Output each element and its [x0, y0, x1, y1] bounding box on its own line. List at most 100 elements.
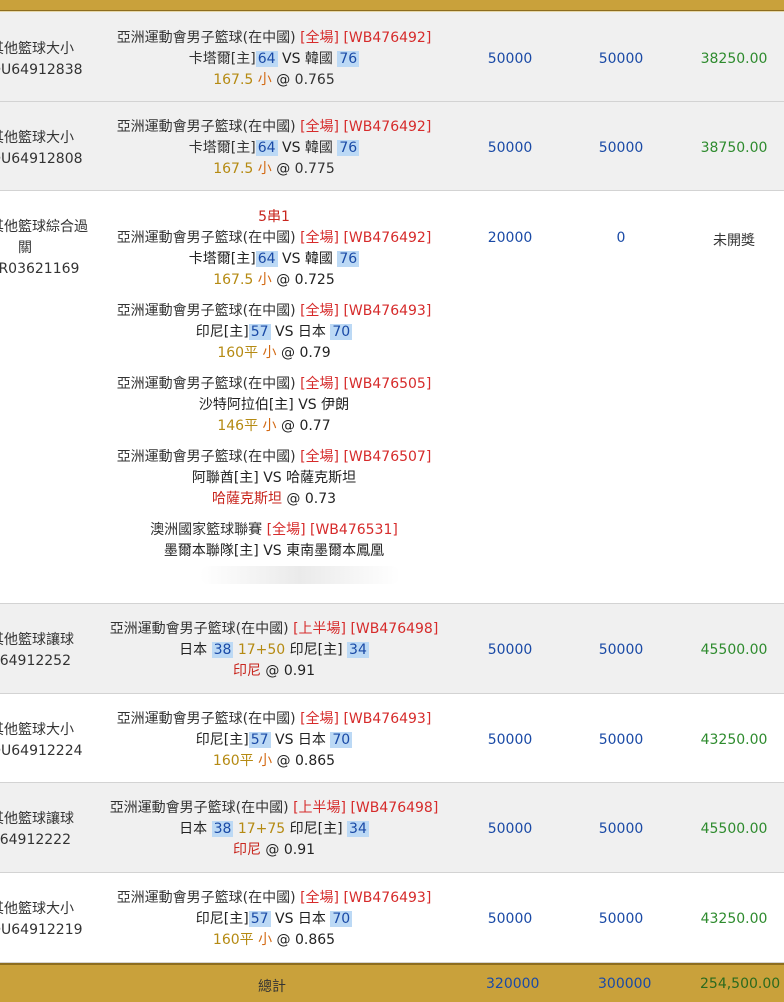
away-team: 日本: [297, 732, 326, 748]
bet-detail: 亞洲運動會男子籃球(在中國) [上半場] [WB476498] 日本 38 17…: [104, 619, 444, 682]
home-team: 印尼[主]: [195, 911, 249, 927]
bet-row: 其他籃球大小 OU64912808 亞洲運動會男子籃球(在中國) [全場] [W…: [0, 102, 784, 191]
parlay-leg: 澳洲國家籃球聯賽 [全場] [WB476531] 墨爾本聯隊[主] VS 東南墨…: [104, 520, 444, 562]
bet-id: OU64912808: [0, 151, 83, 167]
stake-amount: 50000: [487, 642, 533, 658]
bet-row: 其他籃球大小 OU64912224 亞洲運動會男子籃球(在中國) [全場] [W…: [0, 694, 784, 783]
odds-value: 0.91: [283, 842, 316, 858]
away-team: 日本: [297, 911, 326, 927]
away-team: 印尼[主]: [289, 642, 343, 658]
pick-label: 小: [257, 272, 272, 288]
bet-type-label: 其他籃球讓球: [0, 632, 74, 648]
bet-id: PR03621169: [0, 261, 80, 277]
bet-row-parlay: 其他籃球綜合過 關 PR03621169 5串1 亞洲運動會男子籃球(在中國) …: [0, 191, 784, 604]
odds-value: 0.73: [304, 491, 337, 507]
away-score: 76: [337, 51, 360, 67]
away-team: 韓國: [304, 140, 333, 156]
home-score: 38: [211, 642, 234, 658]
bet-type-cell: 其他籃球大小 OU64912219: [0, 899, 100, 941]
bet-row: 其他籃球大小 OU64912838 亞洲運動會男子籃球(在中國) [全場] [W…: [0, 12, 784, 102]
handicap-value: 167.5: [213, 72, 254, 88]
at-symbol: @: [276, 753, 291, 769]
total-stake: 320000: [486, 976, 540, 992]
bet-type-cell: 其他籃球大小 OU64912838: [0, 39, 100, 81]
stake-amount: 50000: [487, 51, 533, 67]
handicap-value: 160平: [212, 932, 254, 948]
at-symbol: @: [276, 161, 291, 177]
bet-type-cell: 其他籃球大小 OU64912224: [0, 720, 100, 762]
parlay-leg: 亞洲運動會男子籃球(在中國) [全場] [WB476505] 沙特阿拉伯[主] …: [104, 374, 444, 437]
bet-detail: 亞洲運動會男子籃球(在中國) [全場] [WB476493] 印尼[主] 57 V…: [104, 888, 444, 951]
match-code: [WB476505]: [343, 376, 432, 392]
bet-detail: 亞洲運動會男子籃球(在中國) [全場] [WB476492] 卡塔爾[主] 64 …: [104, 117, 444, 180]
bet-id: OU64912219: [0, 922, 83, 938]
bet-id: OU64912224: [0, 743, 83, 759]
vs-label: VS: [282, 51, 301, 67]
result-status: 未開獎: [713, 233, 755, 249]
vs-label: VS: [298, 397, 317, 413]
bet-type-label: 其他籃球大小: [0, 41, 74, 57]
bet-detail: 亞洲運動會男子籃球(在中國) [全場] [WB476493] 印尼[主] 57 V…: [104, 709, 444, 772]
bet-id: OU64912838: [0, 62, 83, 78]
bet-type-label-cont: 關: [18, 240, 32, 256]
home-score: 64: [255, 251, 278, 267]
away-score: 70: [330, 911, 353, 927]
period-tag: [全場]: [300, 303, 340, 319]
away-score: 34: [347, 821, 369, 837]
bet-row: 其他籃球讓球 R64912222 亞洲運動會男子籃球(在中國) [上半場] [W…: [0, 783, 784, 873]
away-team: 日本: [297, 324, 326, 340]
bet-type-label: 其他籃球大小: [0, 901, 74, 917]
pick-label: 小: [257, 72, 272, 88]
valid-amount: 0: [616, 230, 626, 246]
home-team: 阿聯酋[主]: [191, 470, 259, 486]
bet-id: R64912252: [0, 653, 71, 669]
total-row: 總計 320000 300000 254,500.00: [0, 963, 784, 1002]
odds-value: 0.77: [299, 418, 331, 434]
at-symbol: @: [265, 842, 280, 858]
total-label: 總計: [258, 979, 286, 995]
match-code: [WB476493]: [343, 711, 432, 727]
match-code: [WB476498]: [350, 800, 439, 816]
pick-label: 小: [262, 345, 277, 361]
result-amount: 43250.00: [700, 911, 768, 927]
bet-row: 其他籃球大小 OU64912219 亞洲運動會男子籃球(在中國) [全場] [W…: [0, 873, 784, 963]
league-name: 亞洲運動會男子籃球(在中國): [116, 890, 296, 906]
home-score: 57: [248, 911, 271, 927]
period-tag: [全場]: [300, 890, 340, 906]
valid-amount: 50000: [598, 821, 644, 837]
period-tag: [全場]: [300, 376, 340, 392]
match-code: [WB476507]: [343, 449, 432, 465]
stake-amount: 50000: [487, 732, 533, 748]
away-score: 76: [337, 140, 360, 156]
valid-amount: 50000: [598, 732, 644, 748]
handicap-value: 160平: [212, 753, 254, 769]
league-name: 亞洲運動會男子籃球(在中國): [116, 376, 296, 392]
bet-type-cell: 其他籃球綜合過 關 PR03621169: [0, 217, 100, 280]
league-name: 亞洲運動會男子籃球(在中國): [109, 621, 289, 637]
odds-value: 0.725: [294, 272, 335, 288]
period-tag: [上半場]: [293, 621, 347, 637]
bet-id: R64912222: [0, 832, 71, 848]
valid-amount: 50000: [598, 140, 644, 156]
pick-team: 印尼: [232, 842, 261, 858]
league-name: 亞洲運動會男子籃球(在中國): [116, 449, 296, 465]
home-score: 64: [255, 51, 278, 67]
parlay-leg: 亞洲運動會男子籃球(在中國) [全場] [WB476492] 卡塔爾[主] 64 …: [104, 228, 444, 291]
handicap-line: 17+75: [237, 821, 286, 837]
blurred-region: [200, 566, 400, 584]
pick-label: 小: [258, 932, 273, 948]
league-name: 澳洲國家籃球聯賽: [150, 522, 263, 538]
home-team: 卡塔爾[主]: [188, 140, 256, 156]
odds-value: 0.91: [283, 663, 316, 679]
period-tag: [全場]: [300, 449, 340, 465]
home-team: 卡塔爾[主]: [188, 51, 256, 67]
stake-amount: 50000: [487, 821, 533, 837]
result-amount: 45500.00: [700, 642, 768, 658]
home-score: 57: [248, 324, 271, 340]
parlay-type: 5串1: [258, 209, 290, 225]
at-symbol: @: [286, 491, 301, 507]
vs-label: VS: [282, 251, 301, 267]
at-symbol: @: [281, 345, 295, 361]
result-amount: 38250.00: [700, 51, 768, 67]
vs-label: VS: [263, 543, 282, 559]
